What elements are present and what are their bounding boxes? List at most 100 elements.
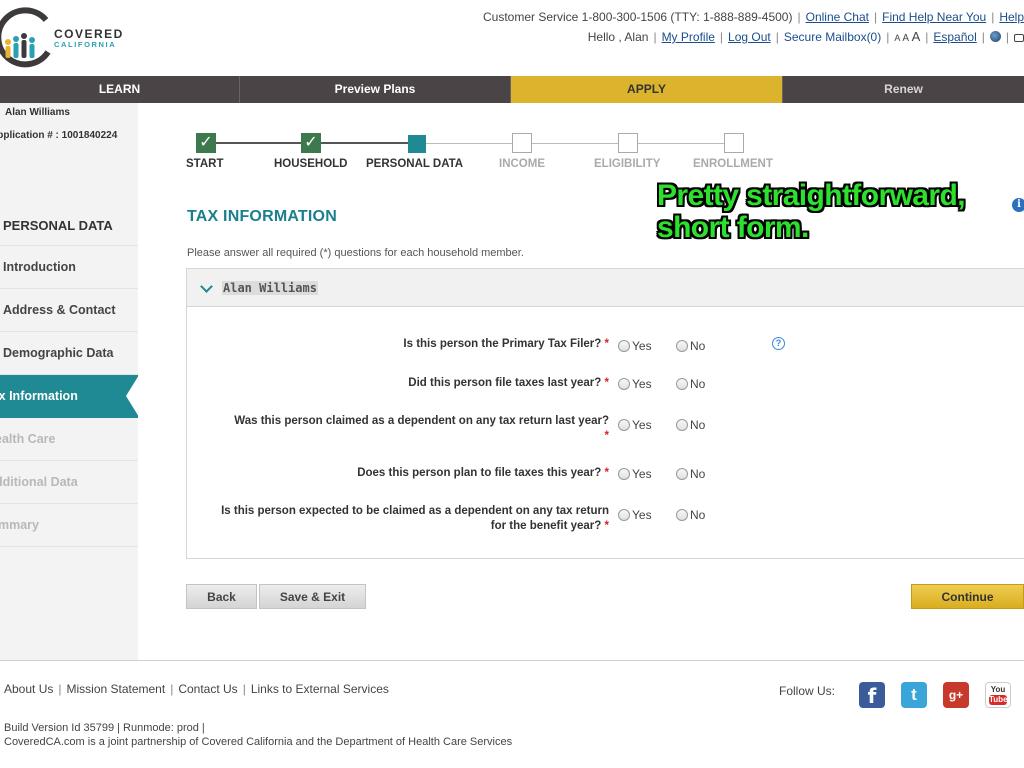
radio-button[interactable]	[676, 378, 688, 390]
sidebar-item-demographic-data[interactable]: Demographic Data	[0, 332, 138, 375]
follow-us-label: Follow Us:	[779, 684, 836, 698]
secure-mailbox-link[interactable]: Secure Mailbox(0)	[784, 30, 881, 44]
q4-no-option[interactable]: No	[676, 467, 705, 481]
partnership-text: CoveredCA.com is a joint partnership of …	[4, 736, 513, 748]
radio-button[interactable]	[618, 378, 630, 390]
google-plus-icon[interactable]: g+	[943, 682, 969, 708]
yes-label: Yes	[632, 339, 652, 353]
step-connector	[206, 142, 301, 144]
sidebar-user-name: Alan Williams	[5, 107, 70, 118]
sidebar: Alan Williams Application # : 1001840224…	[0, 103, 138, 660]
sidebar-item-summary[interactable]: Summary	[0, 504, 138, 547]
required-marker: *	[604, 520, 609, 532]
utility-bar-bottom: Hello , Alan | My Profile | Log Out | Secure M…	[588, 29, 1024, 44]
nav-apply[interactable]: APPLY	[511, 76, 783, 103]
my-profile-link[interactable]: My Profile	[662, 30, 715, 44]
yes-label: Yes	[632, 377, 652, 391]
q4-yes-option[interactable]: Yes	[618, 467, 652, 481]
radio-button[interactable]	[618, 509, 630, 521]
sidebar-item-label: Tax Information	[0, 389, 78, 403]
step-income-marker	[512, 133, 532, 153]
question-text: Does this person plan to file taxes this…	[357, 467, 602, 479]
globe-icon[interactable]	[989, 31, 1001, 42]
back-button[interactable]: Back	[186, 584, 257, 609]
q1-yes-option[interactable]: Yes	[618, 339, 652, 353]
info-icon[interactable]: i	[1012, 198, 1024, 212]
espanol-link[interactable]: Español	[933, 30, 976, 44]
question-text: Did this person file taxes last year?	[408, 377, 602, 389]
step-connector	[426, 143, 512, 144]
save-exit-button[interactable]: Save & Exit	[259, 584, 366, 609]
radio-button[interactable]	[618, 419, 630, 431]
twitter-icon[interactable]: t	[901, 682, 927, 708]
radio-button[interactable]	[618, 468, 630, 480]
no-label: No	[690, 467, 706, 481]
q1-no-option[interactable]: No	[676, 339, 705, 353]
annotation-line-1: Pretty straightforward,	[657, 179, 966, 212]
no-label: No	[690, 339, 706, 353]
footer-link-contact[interactable]: Contact Us	[178, 682, 237, 696]
radio-button[interactable]	[676, 419, 688, 431]
step-label-start: START	[186, 158, 224, 170]
continue-button[interactable]: Continue	[911, 584, 1024, 609]
sidebar-item-health-care[interactable]: Health Care	[0, 418, 138, 461]
q2-yes-option[interactable]: Yes	[618, 377, 652, 391]
find-help-link[interactable]: Find Help Near You	[882, 10, 986, 24]
question-text: Is this person expected to be claimed as…	[221, 505, 609, 532]
q3-yes-option[interactable]: Yes	[618, 418, 652, 432]
step-start-check-icon: ✓	[196, 133, 216, 153]
site-footer: About Us | Mission Statement | Contact Us | Li…	[0, 660, 1024, 768]
text-size-small[interactable]: A	[894, 33, 900, 43]
nav-renew[interactable]: Renew	[783, 76, 1024, 103]
nav-learn[interactable]: LEARN	[0, 76, 240, 103]
member-panel-header[interactable]: Alan Williams	[187, 269, 1024, 307]
sidebar-item-introduction[interactable]: Introduction	[0, 246, 138, 289]
build-info: Build Version Id 35799 | Runmode: prod |…	[4, 721, 512, 749]
radio-button[interactable]	[676, 340, 688, 352]
logo-wordmark[interactable]: COVERED CALIFORNIA	[54, 28, 124, 50]
footer-link-external[interactable]: Links to External Services	[251, 682, 389, 696]
sidebar-menu: PERSONAL DATA Introduction Address & Con…	[0, 206, 138, 547]
q2-no-option[interactable]: No	[676, 377, 705, 391]
q5-yes-option[interactable]: Yes	[618, 508, 652, 522]
question-primary-tax-filer: Is this person the Primary Tax Filer? *	[209, 337, 609, 352]
question-text: Was this person claimed as a dependent o…	[234, 415, 609, 427]
required-marker: *	[604, 338, 609, 350]
annotation-line-2: short form.	[657, 211, 809, 244]
overlay-annotation: Pretty straightforward, short form.	[657, 179, 966, 244]
sidebar-item-additional-data[interactable]: Additional Data	[0, 461, 138, 504]
yes-label: Yes	[632, 508, 652, 522]
step-label-enrollment: ENROLLMENT	[693, 158, 773, 170]
help-link[interactable]: Help	[999, 10, 1024, 24]
q5-no-option[interactable]: No	[676, 508, 705, 522]
chevron-down-icon	[200, 280, 213, 293]
radio-button[interactable]	[676, 509, 688, 521]
radio-button[interactable]	[618, 340, 630, 352]
youtube-icon[interactable]: You Tube	[985, 682, 1011, 708]
question-expected-dependent: Is this person expected to be claimed as…	[219, 504, 609, 534]
facebook-icon[interactable]: f	[859, 682, 885, 708]
required-marker: *	[604, 430, 609, 442]
help-question-icon[interactable]: ?	[772, 337, 785, 350]
q3-no-option[interactable]: No	[676, 418, 705, 432]
log-out-link[interactable]: Log Out	[728, 30, 771, 44]
online-chat-link[interactable]: Online Chat	[806, 10, 869, 24]
logo-line-1: COVERED	[54, 27, 124, 41]
site-header: COVERED CALIFORNIA Customer Service 1-80…	[0, 0, 1024, 76]
nav-preview-plans[interactable]: Preview Plans	[240, 76, 511, 103]
sidebar-item-address-contact[interactable]: Address & Contact	[0, 289, 138, 332]
text-size-large[interactable]: A	[912, 29, 921, 44]
step-eligibility-marker	[618, 133, 638, 153]
footer-link-about-us[interactable]: About Us	[4, 682, 53, 696]
sidebar-item-tax-information[interactable]: Tax Information	[0, 375, 138, 418]
footer-link-mission[interactable]: Mission Statement	[66, 682, 165, 696]
page-title: TAX INFORMATION	[187, 208, 337, 225]
question-claimed-dependent-last-year: Was this person claimed as a dependent o…	[229, 414, 609, 444]
printer-icon[interactable]	[1014, 34, 1024, 42]
step-personal-data-marker	[408, 135, 426, 153]
sidebar-item-personal-data[interactable]: PERSONAL DATA	[0, 206, 138, 246]
step-connector	[638, 143, 724, 144]
radio-button[interactable]	[676, 468, 688, 480]
yes-label: Yes	[632, 418, 652, 432]
text-size-medium[interactable]: A	[902, 33, 909, 44]
